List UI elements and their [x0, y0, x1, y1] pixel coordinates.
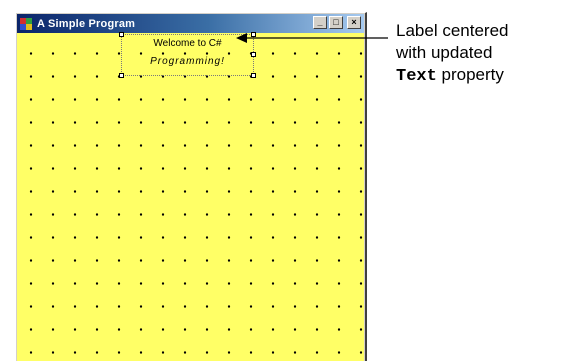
minimize-button[interactable]: _: [313, 16, 327, 29]
annotation-line1: Label centered: [396, 21, 509, 40]
resize-handle-bottom-right[interactable]: [251, 73, 256, 78]
welcome-label[interactable]: Welcome to C# Programming!: [119, 32, 256, 78]
annotation-callout: Label centered with updated Text propert…: [396, 20, 568, 88]
resize-handle-bottom-left[interactable]: [119, 73, 124, 78]
maximize-icon: □: [333, 17, 339, 27]
close-button[interactable]: ×: [347, 16, 361, 29]
close-icon: ×: [351, 17, 357, 27]
form-window: A Simple Program _ □ × Welcome to C# Pro…: [15, 12, 367, 361]
annotation-line2: with updated: [396, 43, 493, 62]
title-bar[interactable]: A Simple Program _ □ ×: [17, 14, 364, 33]
minimize-icon: _: [317, 17, 323, 27]
annotation-code: Text: [396, 67, 437, 86]
resize-handle-top-left[interactable]: [119, 32, 124, 37]
form-design-surface[interactable]: Welcome to C# Programming!: [17, 32, 364, 361]
app-icon: [19, 17, 33, 31]
window-title: A Simple Program: [37, 17, 136, 30]
label-text-line1: Welcome to C#: [153, 38, 222, 49]
maximize-button[interactable]: □: [329, 16, 343, 29]
resize-handle-middle-right[interactable]: [251, 52, 256, 57]
annotation-line3-rest: property: [436, 65, 504, 84]
caption-buttons: _ □ ×: [313, 16, 361, 29]
label-text-line2: Programming!: [150, 56, 225, 67]
annotation-line3: Text property: [396, 64, 568, 88]
resize-handle-top-right[interactable]: [251, 32, 256, 37]
